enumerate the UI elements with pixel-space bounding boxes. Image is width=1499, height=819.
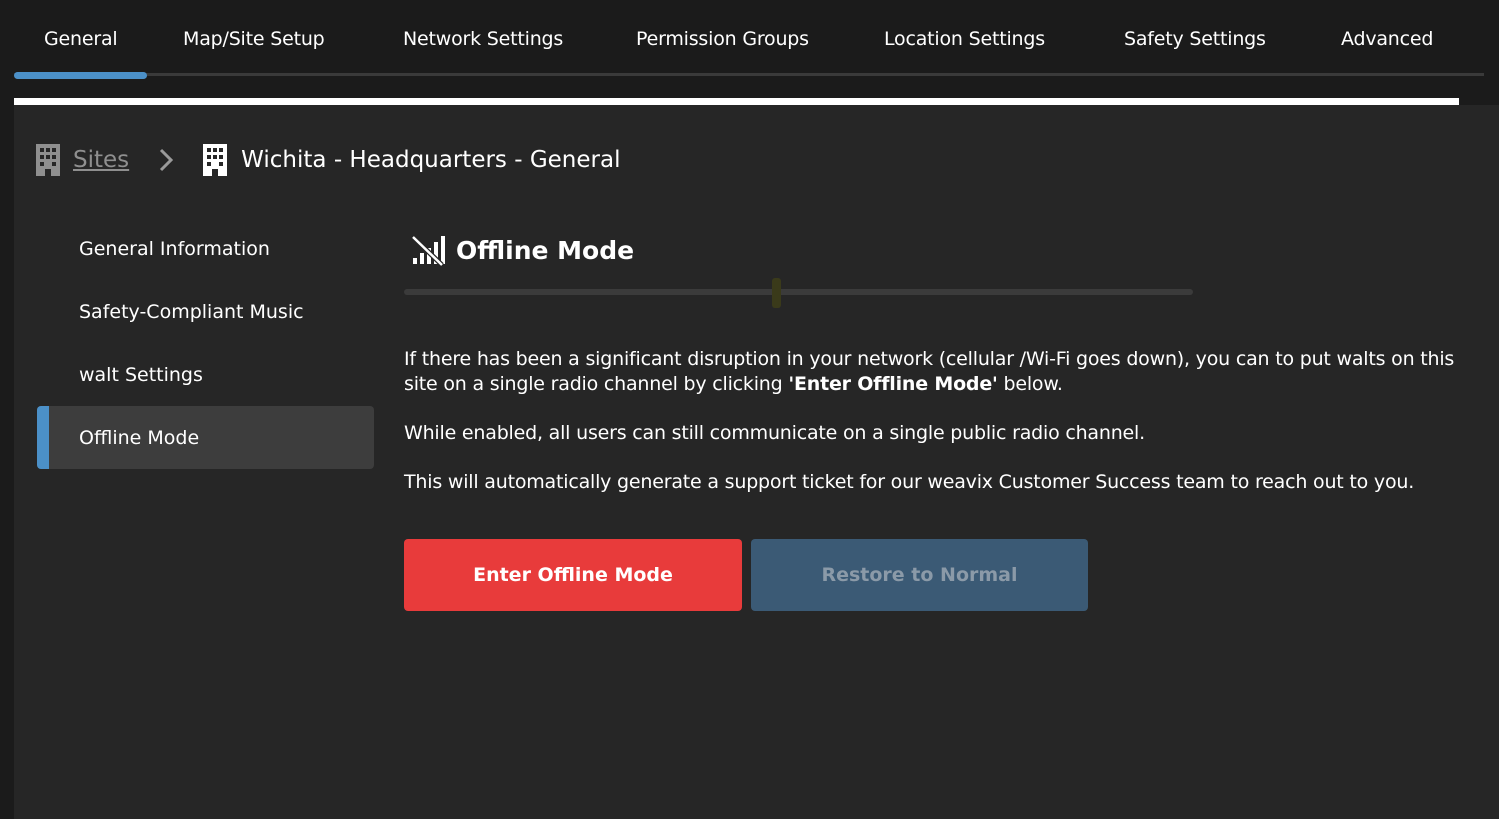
tab-map-site-setup[interactable]: Map/Site Setup — [183, 0, 325, 76]
top-tab-bar: General Map/Site Setup Network Settings … — [0, 0, 1499, 100]
chevron-right-icon — [159, 148, 174, 172]
section-heading: Offline Mode — [404, 230, 1464, 270]
section-title: Offline Mode — [456, 235, 635, 265]
building-icon — [36, 144, 60, 176]
building-icon — [203, 144, 228, 176]
breadcrumb: Sites Wichita - Headquarters - General — [36, 143, 620, 177]
breadcrumb-sites-link[interactable]: Sites — [73, 147, 129, 173]
tab-network-settings[interactable]: Network Settings — [403, 0, 563, 76]
tab-location-settings[interactable]: Location Settings — [884, 0, 1045, 76]
status-progress-track — [404, 278, 1193, 308]
menu-item-offline-mode[interactable]: Offline Mode — [37, 406, 374, 469]
restore-to-normal-button[interactable]: Restore to Normal — [751, 539, 1088, 611]
content-panel: Sites Wichita - Headquarters - General G… — [14, 105, 1499, 819]
action-buttons: Enter Offline Mode Restore to Normal — [404, 539, 1464, 611]
menu-item-walt-settings[interactable]: walt Settings — [37, 343, 374, 406]
description-paragraph-2: While enabled, all users can still commu… — [404, 422, 1145, 444]
tab-safety-settings[interactable]: Safety Settings — [1124, 0, 1266, 76]
paragraph-1-bold: 'Enter Offline Mode' — [788, 373, 998, 395]
tab-advanced[interactable]: Advanced — [1341, 0, 1433, 76]
breadcrumb-current-site: Wichita - Headquarters - General — [241, 147, 621, 173]
settings-side-menu: General Information Safety-Compliant Mus… — [37, 217, 374, 469]
offline-mode-section: Offline Mode If there has been a signifi… — [404, 230, 1464, 611]
paragraph-1-suffix: below. — [997, 373, 1063, 395]
menu-item-safety-compliant-music[interactable]: Safety-Compliant Music — [37, 280, 374, 343]
description-paragraph-3: This will automatically generate a suppo… — [404, 471, 1415, 493]
header-divider — [14, 98, 1459, 105]
tab-general[interactable]: General — [13, 0, 149, 79]
progress-marker — [772, 278, 781, 308]
signal-off-icon — [410, 234, 446, 266]
description-paragraph-1: If there has been a significant disrupti… — [404, 347, 1464, 397]
tab-permission-groups[interactable]: Permission Groups — [636, 0, 809, 76]
tab-list: General Map/Site Setup Network Settings … — [13, 0, 1484, 79]
enter-offline-mode-button[interactable]: Enter Offline Mode — [404, 539, 742, 611]
menu-item-general-information[interactable]: General Information — [37, 217, 374, 280]
